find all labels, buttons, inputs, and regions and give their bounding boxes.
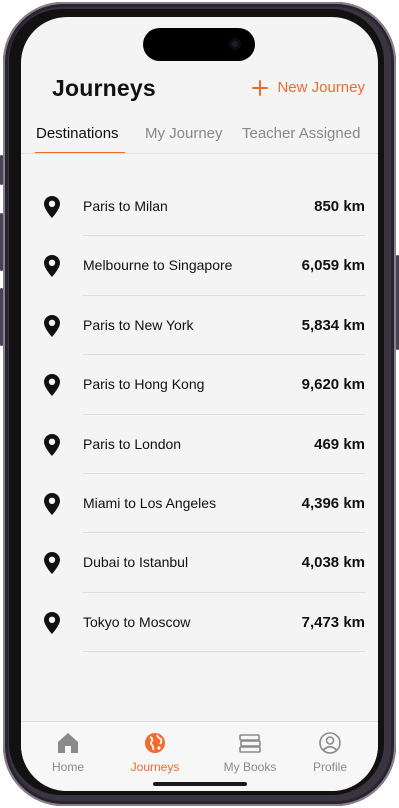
bottom-tab-bar: Home Journeys My Books Profile (21, 721, 378, 791)
tabbar-item-profile[interactable]: Profile (290, 730, 370, 774)
journey-name: Paris to Hong Kong (83, 376, 205, 393)
location-pin-icon (44, 433, 60, 456)
volume-down-button (0, 288, 3, 346)
tabbar-item-journeys[interactable]: Journeys (115, 730, 195, 774)
list-item[interactable]: Paris to London 469 km (21, 415, 378, 474)
location-pin-icon (44, 255, 60, 278)
tabbar-item-my-books[interactable]: My Books (210, 730, 290, 774)
journey-distance: 7,473 km (301, 613, 365, 631)
journey-distance: 469 km (314, 435, 365, 453)
tab-my-journey[interactable]: My Journey (145, 125, 223, 142)
journey-list: Paris to Milan 850 km Melbourne to Singa… (21, 177, 378, 653)
location-pin-icon (44, 196, 60, 218)
journey-distance: 9,620 km (301, 376, 365, 394)
journey-distance: 6,059 km (301, 257, 365, 275)
journey-name: Tokyo to Moscow (83, 613, 191, 630)
action-button (0, 155, 3, 185)
journey-distance: 4,038 km (301, 554, 365, 572)
journey-name: Paris to Milan (83, 198, 168, 214)
list-item[interactable]: Paris to Hong Kong 9,620 km (21, 355, 378, 415)
tabbar-label: Journeys (130, 760, 180, 774)
location-pin-icon (44, 611, 60, 634)
tabbar-label: My Books (223, 760, 277, 774)
journey-name: Miami to Los Angeles (83, 494, 217, 511)
app-screen: Journeys New Journey Destinations My Jou… (21, 17, 378, 791)
journey-name: Paris to New York (83, 316, 194, 333)
journey-name: Dubai to Istanbul (83, 554, 189, 571)
tab-teacher-assigned[interactable]: Teacher Assigned (242, 125, 360, 142)
tab-bar-top: Destinations My Journey Teacher Assigned (21, 125, 378, 155)
journey-distance: 5,834 km (301, 316, 365, 334)
journey-distance: 4,396 km (301, 494, 365, 512)
new-journey-button[interactable]: New Journey (252, 79, 365, 96)
journey-name: Paris to London (83, 435, 182, 452)
list-item[interactable]: Miami to Los Angeles 4,396 km (21, 474, 378, 534)
tabbar-label: Profile (312, 760, 347, 774)
list-item[interactable]: Melbourne to Singapore 6,059 km (21, 236, 378, 296)
row-divider (83, 651, 365, 653)
journey-name: Melbourne to Singapore (83, 257, 233, 274)
location-pin-icon (44, 552, 60, 575)
plus-icon (252, 79, 269, 96)
camera-icon (229, 38, 241, 50)
journey-distance: 850 km (314, 198, 365, 215)
profile-icon (319, 732, 341, 754)
home-icon (58, 733, 78, 753)
location-pin-icon (44, 492, 60, 515)
tabbar-label: Home (51, 760, 84, 774)
volume-up-button (0, 213, 3, 271)
tabbar-item-home[interactable]: Home (28, 730, 108, 774)
home-indicator (153, 782, 247, 786)
globe-icon (145, 733, 165, 753)
location-pin-icon (44, 314, 60, 337)
location-pin-icon (44, 374, 60, 397)
tab-destinations[interactable]: Destinations (36, 125, 119, 142)
books-icon (239, 734, 261, 753)
list-item[interactable]: Paris to Milan 850 km (21, 177, 378, 237)
list-item[interactable]: Dubai to Istanbul 4,038 km (21, 533, 378, 593)
list-item[interactable]: Paris to New York 5,834 km (21, 296, 378, 356)
new-journey-label: New Journey (277, 79, 365, 96)
dynamic-island (143, 28, 255, 61)
list-item[interactable]: Tokyo to Moscow 7,473 km (21, 593, 378, 653)
tabs-divider (21, 153, 378, 154)
page-title: Journeys (52, 75, 156, 101)
